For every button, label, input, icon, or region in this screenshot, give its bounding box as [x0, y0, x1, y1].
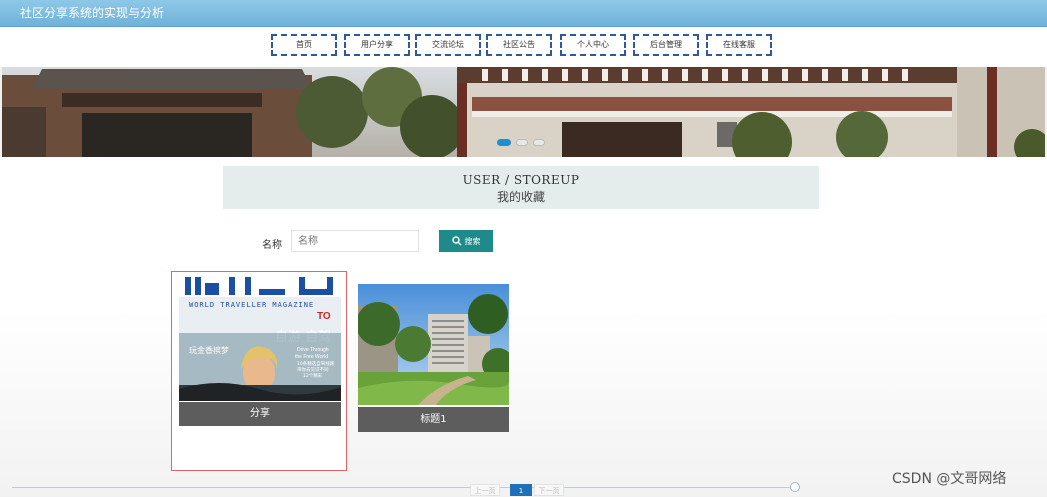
watermark: CSDN @文哥网络	[892, 471, 1007, 487]
main-nav: 首页 用户分享 交流论坛 社区公告 个人中心 后台管理 在线客服	[0, 27, 1047, 67]
search-label: 名称	[262, 240, 282, 251]
nav-item-forum[interactable]: 交流论坛	[415, 34, 481, 56]
card-caption: 分享	[179, 402, 341, 426]
nav-item-notices[interactable]: 社区公告	[486, 34, 552, 56]
svg-text:玩金香槟梦: 玩金香槟梦	[189, 345, 229, 355]
search-button-label: 搜索	[464, 236, 481, 246]
prev-page-button[interactable]: 上一页	[470, 484, 500, 496]
search-button[interactable]: 搜索	[439, 230, 493, 252]
svg-text:12个精彩: 12个精彩	[303, 372, 323, 379]
nav-item-home[interactable]: 首页	[271, 34, 337, 56]
next-page-button[interactable]: 下一页	[534, 484, 564, 496]
carousel-dot-2[interactable]	[516, 139, 528, 146]
breadcrumb-en: USER / STOREUP	[462, 173, 580, 187]
nav-item-user-share[interactable]: 用户分享	[344, 34, 410, 56]
svg-text:the Free World: the Free World	[295, 354, 328, 360]
search-icon	[451, 236, 461, 246]
carousel-dot-1[interactable]	[497, 139, 511, 146]
svg-text:10条精选自驾线路: 10条精选自驾线路	[297, 360, 335, 367]
carousel-dot-3[interactable]	[533, 139, 545, 146]
breadcrumb: USER / STOREUP 我的收藏	[223, 166, 819, 209]
card-caption: 标题1	[358, 407, 509, 432]
svg-text:Drive Through: Drive Through	[297, 347, 329, 353]
nav-item-admin[interactable]: 后台管理	[633, 34, 699, 56]
page-number-current[interactable]: 1	[510, 484, 532, 496]
horizontal-scrollbar[interactable]	[12, 487, 796, 488]
favorite-card[interactable]: 标题1	[358, 284, 509, 432]
nav-item-profile[interactable]: 个人中心	[560, 34, 626, 56]
search-input[interactable]	[291, 230, 419, 252]
favorite-card[interactable]: WORLD TRAVELLER MAGAZINE TO 自游 自驾 玩金香槟梦 …	[171, 271, 347, 471]
svg-text:TO: TO	[317, 311, 331, 322]
svg-text:WORLD TRAVELLER MAGAZINE: WORLD TRAVELLER MAGAZINE	[189, 301, 314, 309]
app-title: 社区分享系统的实现与分析	[20, 6, 165, 20]
app-header: 社区分享系统的实现与分析	[0, 0, 1047, 27]
card-image	[358, 284, 509, 405]
svg-text:带你去见识不同: 带你去见识不同	[297, 366, 329, 373]
nav-item-support[interactable]: 在线客服	[706, 34, 772, 56]
card-image: WORLD TRAVELLER MAGAZINE TO 自游 自驾 玩金香槟梦 …	[179, 277, 341, 401]
page-title: 我的收藏	[496, 190, 545, 204]
scrollbar-handle[interactable]	[790, 482, 800, 492]
